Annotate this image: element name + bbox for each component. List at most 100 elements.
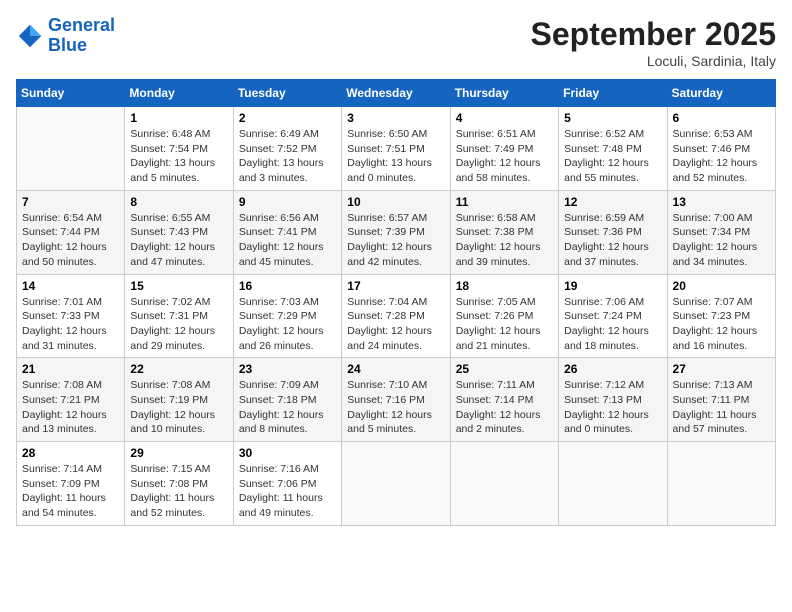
weekday-header-monday: Monday [125, 80, 233, 107]
day-number: 11 [456, 195, 553, 209]
day-info: Sunrise: 7:14 AMSunset: 7:09 PMDaylight:… [22, 462, 119, 521]
day-info: Sunrise: 6:58 AMSunset: 7:38 PMDaylight:… [456, 211, 553, 270]
day-number: 17 [347, 279, 444, 293]
calendar-cell [450, 442, 558, 526]
day-info: Sunrise: 7:08 AMSunset: 7:21 PMDaylight:… [22, 378, 119, 437]
day-info: Sunrise: 7:13 AMSunset: 7:11 PMDaylight:… [673, 378, 770, 437]
day-number: 9 [239, 195, 336, 209]
calendar-cell: 20 Sunrise: 7:07 AMSunset: 7:23 PMDayligh… [667, 274, 775, 358]
calendar-cell: 27 Sunrise: 7:13 AMSunset: 7:11 PMDayligh… [667, 358, 775, 442]
day-info: Sunrise: 7:00 AMSunset: 7:34 PMDaylight:… [673, 211, 770, 270]
day-number: 21 [22, 362, 119, 376]
calendar-cell: 8Sunrise: 6:55 AMSunset: 7:43 PMDaylight… [125, 190, 233, 274]
calendar-cell: 5 Sunrise: 6:52 AMSunset: 7:48 PMDaylight… [559, 107, 667, 191]
day-number: 18 [456, 279, 553, 293]
day-number: 22 [130, 362, 227, 376]
day-number: 10 [347, 195, 444, 209]
calendar-cell: 25 Sunrise: 7:11 AMSunset: 7:14 PMDayligh… [450, 358, 558, 442]
calendar-cell: 12Sunrise: 6:59 AMSunset: 7:36 PMDayligh… [559, 190, 667, 274]
calendar-cell: 21 Sunrise: 7:08 AMSunset: 7:21 PMDayligh… [17, 358, 125, 442]
location: Loculi, Sardinia, Italy [531, 53, 776, 69]
day-number: 1 [130, 111, 227, 125]
day-info: Sunrise: 7:05 AMSunset: 7:26 PMDaylight:… [456, 295, 553, 354]
day-info: Sunrise: 6:54 AMSunset: 7:44 PMDaylight:… [22, 211, 119, 270]
day-number: 14 [22, 279, 119, 293]
day-number: 23 [239, 362, 336, 376]
calendar-cell: 29 Sunrise: 7:15 AMSunset: 7:08 PMDayligh… [125, 442, 233, 526]
calendar-cell: 14Sunrise: 7:01 AMSunset: 7:33 PMDayligh… [17, 274, 125, 358]
weekday-header-wednesday: Wednesday [342, 80, 450, 107]
calendar-cell [667, 442, 775, 526]
day-info: Sunrise: 6:52 AMSunset: 7:48 PMDaylight:… [564, 127, 661, 186]
day-info: Sunrise: 6:56 AMSunset: 7:41 PMDaylight:… [239, 211, 336, 270]
calendar-cell: 19Sunrise: 7:06 AMSunset: 7:24 PMDayligh… [559, 274, 667, 358]
day-info: Sunrise: 6:53 AMSunset: 7:46 PMDaylight:… [673, 127, 770, 186]
weekday-header-friday: Friday [559, 80, 667, 107]
calendar-cell: 15 Sunrise: 7:02 AMSunset: 7:31 PMDayligh… [125, 274, 233, 358]
day-number: 28 [22, 446, 119, 460]
calendar-cell: 22 Sunrise: 7:08 AMSunset: 7:19 PMDayligh… [125, 358, 233, 442]
day-info: Sunrise: 6:49 AMSunset: 7:52 PMDaylight:… [239, 127, 336, 186]
weekday-header-sunday: Sunday [17, 80, 125, 107]
calendar-cell: 16 Sunrise: 7:03 AMSunset: 7:29 PMDayligh… [233, 274, 341, 358]
calendar-cell: 28 Sunrise: 7:14 AMSunset: 7:09 PMDayligh… [17, 442, 125, 526]
day-info: Sunrise: 7:04 AMSunset: 7:28 PMDaylight:… [347, 295, 444, 354]
calendar-week-5: 28 Sunrise: 7:14 AMSunset: 7:09 PMDayligh… [17, 442, 776, 526]
day-number: 12 [564, 195, 661, 209]
logo: General Blue [16, 16, 115, 56]
logo-text: General Blue [48, 16, 115, 56]
day-number: 5 [564, 111, 661, 125]
calendar-week-4: 21 Sunrise: 7:08 AMSunset: 7:21 PMDayligh… [17, 358, 776, 442]
day-info: Sunrise: 7:09 AMSunset: 7:18 PMDaylight:… [239, 378, 336, 437]
day-number: 30 [239, 446, 336, 460]
calendar-cell: 26 Sunrise: 7:12 AMSunset: 7:13 PMDayligh… [559, 358, 667, 442]
day-info: Sunrise: 7:11 AMSunset: 7:14 PMDaylight:… [456, 378, 553, 437]
weekday-header-tuesday: Tuesday [233, 80, 341, 107]
calendar-cell: 9 Sunrise: 6:56 AMSunset: 7:41 PMDaylight… [233, 190, 341, 274]
day-info: Sunrise: 6:57 AMSunset: 7:39 PMDaylight:… [347, 211, 444, 270]
calendar-cell: 30Sunrise: 7:16 AMSunset: 7:06 PMDayligh… [233, 442, 341, 526]
day-number: 26 [564, 362, 661, 376]
day-info: Sunrise: 7:03 AMSunset: 7:29 PMDaylight:… [239, 295, 336, 354]
day-number: 16 [239, 279, 336, 293]
calendar-cell: 24Sunrise: 7:10 AMSunset: 7:16 PMDayligh… [342, 358, 450, 442]
day-number: 8 [130, 195, 227, 209]
day-info: Sunrise: 7:12 AMSunset: 7:13 PMDaylight:… [564, 378, 661, 437]
logo-icon [16, 22, 44, 50]
calendar-cell: 18 Sunrise: 7:05 AMSunset: 7:26 PMDayligh… [450, 274, 558, 358]
day-number: 4 [456, 111, 553, 125]
day-number: 2 [239, 111, 336, 125]
calendar-cell: 13 Sunrise: 7:00 AMSunset: 7:34 PMDayligh… [667, 190, 775, 274]
calendar-cell: 11 Sunrise: 6:58 AMSunset: 7:38 PMDayligh… [450, 190, 558, 274]
day-info: Sunrise: 6:51 AMSunset: 7:49 PMDaylight:… [456, 127, 553, 186]
day-number: 29 [130, 446, 227, 460]
day-number: 15 [130, 279, 227, 293]
calendar-cell: 17 Sunrise: 7:04 AMSunset: 7:28 PMDayligh… [342, 274, 450, 358]
weekday-header-saturday: Saturday [667, 80, 775, 107]
day-number: 13 [673, 195, 770, 209]
calendar-week-1: 1Sunrise: 6:48 AMSunset: 7:54 PMDaylight… [17, 107, 776, 191]
month-title: September 2025 [531, 16, 776, 53]
calendar-cell: 7Sunrise: 6:54 AMSunset: 7:44 PMDaylight… [17, 190, 125, 274]
day-number: 20 [673, 279, 770, 293]
calendar-cell [559, 442, 667, 526]
calendar-cell: 4 Sunrise: 6:51 AMSunset: 7:49 PMDaylight… [450, 107, 558, 191]
day-info: Sunrise: 7:08 AMSunset: 7:19 PMDaylight:… [130, 378, 227, 437]
day-number: 27 [673, 362, 770, 376]
calendar-cell: 23 Sunrise: 7:09 AMSunset: 7:18 PMDayligh… [233, 358, 341, 442]
day-number: 25 [456, 362, 553, 376]
calendar-week-3: 14Sunrise: 7:01 AMSunset: 7:33 PMDayligh… [17, 274, 776, 358]
page-header: General Blue September 2025 Loculi, Sard… [16, 16, 776, 69]
day-info: Sunrise: 7:10 AMSunset: 7:16 PMDaylight:… [347, 378, 444, 437]
calendar-cell: 6 Sunrise: 6:53 AMSunset: 7:46 PMDaylight… [667, 107, 775, 191]
calendar-cell [342, 442, 450, 526]
day-info: Sunrise: 7:07 AMSunset: 7:23 PMDaylight:… [673, 295, 770, 354]
day-info: Sunrise: 7:15 AMSunset: 7:08 PMDaylight:… [130, 462, 227, 521]
calendar-cell: 10 Sunrise: 6:57 AMSunset: 7:39 PMDayligh… [342, 190, 450, 274]
day-info: Sunrise: 7:06 AMSunset: 7:24 PMDaylight:… [564, 295, 661, 354]
calendar-cell: 2 Sunrise: 6:49 AMSunset: 7:52 PMDaylight… [233, 107, 341, 191]
title-block: September 2025 Loculi, Sardinia, Italy [531, 16, 776, 69]
day-number: 6 [673, 111, 770, 125]
calendar-cell: 3Sunrise: 6:50 AMSunset: 7:51 PMDaylight… [342, 107, 450, 191]
day-info: Sunrise: 7:02 AMSunset: 7:31 PMDaylight:… [130, 295, 227, 354]
